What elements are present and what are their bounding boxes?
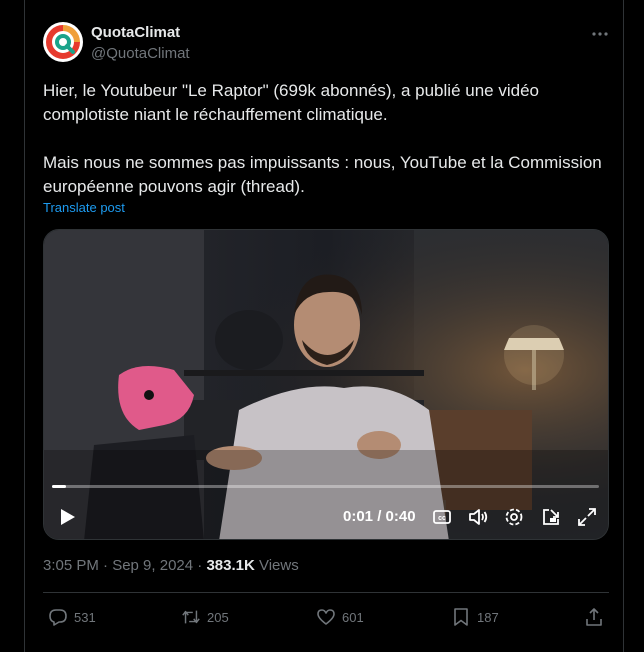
- author-name[interactable]: QuotaClimat: [91, 24, 180, 41]
- repost-button[interactable]: 205: [181, 605, 229, 629]
- reply-icon: [49, 609, 67, 626]
- tweet-paragraph: Mais nous ne sommes pas impuissants : no…: [43, 153, 602, 196]
- repost-count: 205: [207, 609, 229, 625]
- fullscreen-icon[interactable]: [575, 505, 599, 529]
- reply-count: 531: [74, 609, 96, 625]
- avatar[interactable]: [43, 22, 83, 62]
- captions-icon[interactable]: cc: [430, 505, 454, 529]
- volume-icon[interactable]: [466, 505, 490, 529]
- svg-text:cc: cc: [438, 515, 446, 522]
- video-player[interactable]: [43, 229, 609, 540]
- divider: [43, 592, 609, 593]
- tweet-timestamp[interactable]: 3:05 PM · Sep 9, 2024 ·: [43, 557, 206, 574]
- like-icon: [317, 609, 335, 625]
- translate-post-link[interactable]: Translate post: [43, 200, 125, 215]
- tweet-text: Hier, le Youtubeur "Le Raptor" (699k abo…: [43, 79, 603, 199]
- reply-button[interactable]: 531: [48, 605, 96, 629]
- video-frame: [44, 230, 608, 539]
- share-icon: [586, 608, 602, 626]
- video-progress-fill: [52, 485, 66, 488]
- tweet-paragraph: Hier, le Youtubeur "Le Raptor" (699k abo…: [43, 81, 539, 124]
- views-count: 383.1K: [206, 557, 255, 574]
- more-icon[interactable]: [588, 22, 612, 46]
- video-progress-bar[interactable]: [52, 485, 599, 488]
- repost-icon: [182, 610, 200, 624]
- like-count: 601: [342, 609, 364, 625]
- views-label: Views: [254, 557, 299, 574]
- bookmark-icon: [454, 608, 468, 626]
- pip-icon[interactable]: [539, 505, 563, 529]
- share-button[interactable]: [584, 605, 604, 629]
- tweet-meta: 3:05 PM · Sep 9, 2024 · 383.1K Views: [43, 557, 299, 574]
- play-icon[interactable]: [56, 506, 78, 528]
- video-time: 0:01 / 0:40: [343, 508, 416, 525]
- quotaclimat-logo-icon: [46, 25, 80, 59]
- bookmark-count: 187: [477, 609, 499, 625]
- author-handle[interactable]: @QuotaClimat: [91, 45, 190, 62]
- like-button[interactable]: 601: [316, 605, 364, 629]
- settings-icon[interactable]: [502, 505, 526, 529]
- bookmark-button[interactable]: 187: [451, 605, 499, 629]
